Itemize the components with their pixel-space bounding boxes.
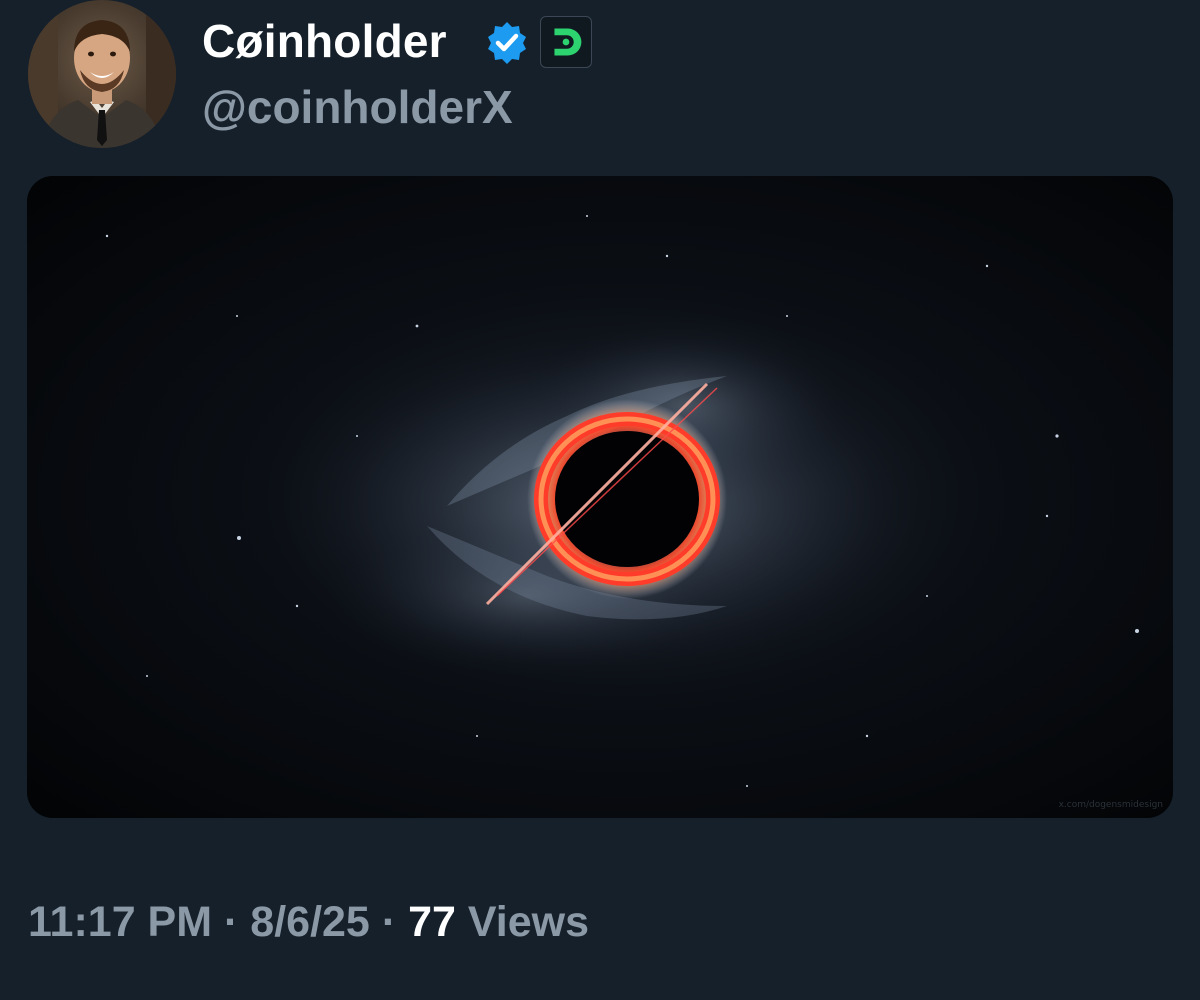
views-count[interactable]: 77 bbox=[408, 898, 456, 946]
author-handle[interactable]: @coinholderX bbox=[202, 78, 513, 136]
image-watermark: x.com/dogensmidesign bbox=[1058, 800, 1163, 810]
post-date[interactable]: 8/6/25 bbox=[250, 898, 370, 946]
post-meta: 11:17 PM · 8/6/25 · 77 Views bbox=[28, 890, 589, 954]
author-display-name[interactable]: Cøinholder bbox=[202, 12, 447, 70]
meta-separator: · bbox=[381, 898, 397, 946]
profile-photo bbox=[28, 0, 176, 148]
author-avatar[interactable] bbox=[28, 0, 176, 148]
affiliate-badge[interactable] bbox=[540, 16, 592, 68]
black-hole-ring-image bbox=[27, 176, 1173, 818]
verified-checkmark-icon[interactable] bbox=[484, 20, 530, 66]
meta-separator: · bbox=[224, 898, 239, 946]
post-media-image[interactable]: x.com/dogensmidesign bbox=[27, 176, 1173, 818]
post-time[interactable]: 11:17 PM bbox=[28, 898, 212, 946]
views-label[interactable]: Views bbox=[468, 898, 589, 946]
green-d-logo-icon bbox=[554, 28, 582, 56]
